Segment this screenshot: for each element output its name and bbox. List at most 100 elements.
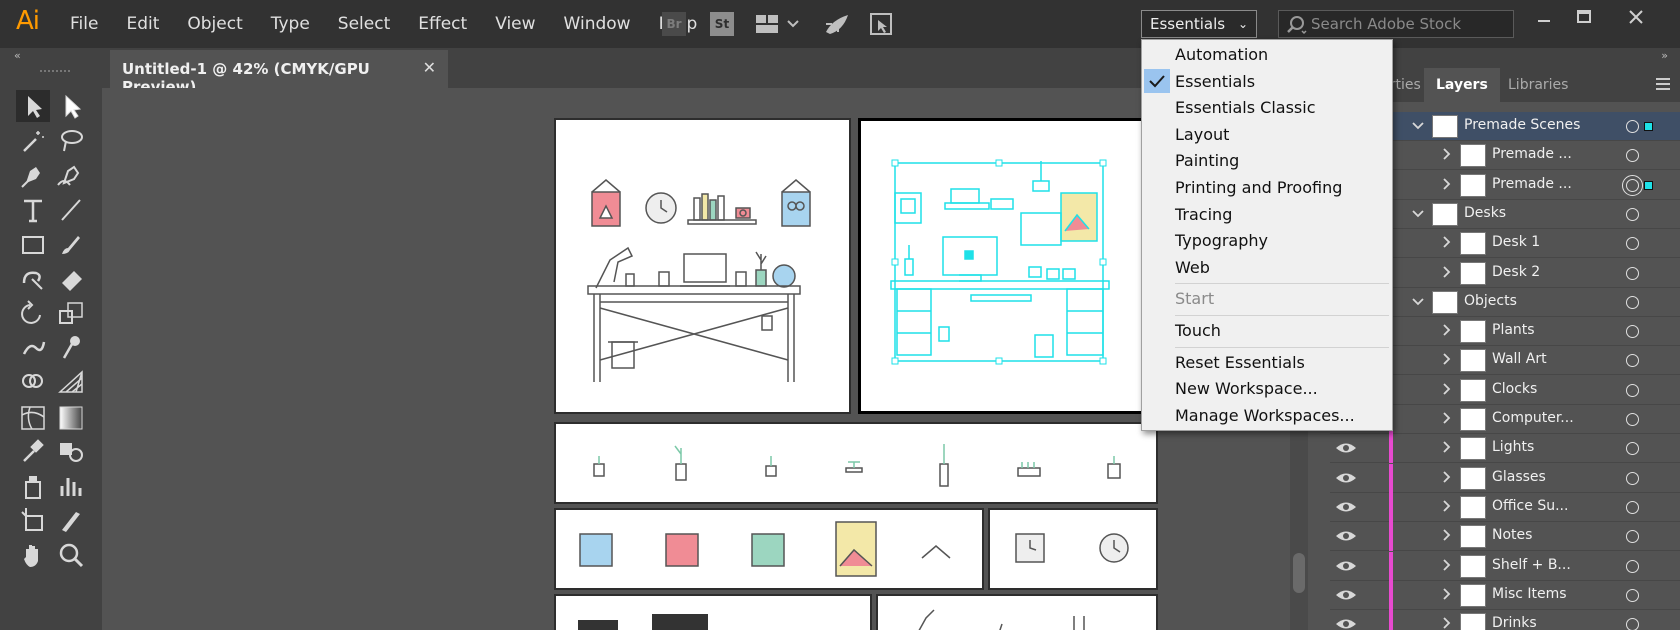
stock-search-box[interactable] [1278,10,1514,38]
target-icon[interactable] [1626,295,1639,309]
chevron-right-icon[interactable] [1438,381,1454,397]
eraser-icon[interactable] [54,263,88,295]
eye-icon[interactable] [1334,469,1358,487]
workspace-item-typography[interactable]: Typography [1142,228,1392,254]
target-icon[interactable] [1626,618,1639,630]
eye-icon[interactable] [1334,615,1358,630]
lasso-icon[interactable] [54,125,88,157]
menu-type[interactable]: Type [257,0,324,48]
rotate-tool-icon[interactable] [16,297,50,329]
layer-row[interactable]: Office Su... [1330,492,1680,522]
chevron-right-icon[interactable] [1438,586,1454,602]
layer-row[interactable]: Misc Items [1330,580,1680,610]
minimize-window-icon[interactable] [1530,6,1558,28]
chevron-down-icon[interactable] [1410,293,1426,309]
line-tool-icon[interactable] [54,194,88,226]
collapse-panels-icon[interactable]: » [1661,49,1668,62]
puppet-warp-icon[interactable] [54,332,88,364]
publish-icon[interactable] [868,12,896,36]
target-icon[interactable] [1626,149,1639,163]
lock-toggle[interactable] [1364,614,1384,630]
menu-view[interactable]: View [481,0,549,48]
target-icon[interactable] [1626,354,1639,368]
layer-row[interactable]: Shelf + B... [1330,551,1680,581]
target-icon[interactable] [1626,500,1639,514]
target-icon[interactable] [1626,266,1639,280]
artboard-clocks[interactable] [988,508,1158,590]
eye-icon[interactable] [1334,586,1358,604]
gradient-tool-icon[interactable] [54,401,88,433]
menu-effect[interactable]: Effect [404,0,481,48]
lock-toggle[interactable] [1364,556,1384,576]
blend-tool-icon[interactable] [54,435,88,467]
chevron-right-icon[interactable] [1438,410,1454,426]
menu-window[interactable]: Window [550,0,645,48]
workspace-item-painting[interactable]: Painting [1142,148,1392,174]
layer-row[interactable]: Drinks [1330,610,1680,630]
workspace-item-essentials[interactable]: Essentials [1142,69,1392,95]
target-icon[interactable] [1626,383,1639,397]
rectangle-tool-icon[interactable] [16,228,50,260]
direct-selection-tool-icon[interactable] [54,90,88,122]
chevron-down-icon[interactable] [1410,117,1426,133]
target-icon[interactable] [1626,413,1639,426]
eye-icon[interactable] [1334,527,1358,545]
collapse-toolbar-icon[interactable]: « [14,49,21,62]
chevron-right-icon[interactable] [1438,498,1454,514]
selection-indicator[interactable] [1644,122,1653,131]
eye-icon[interactable] [1334,498,1358,516]
chevron-right-icon[interactable] [1438,234,1454,250]
workspace-item-web[interactable]: Web [1142,255,1392,281]
selection-tool-icon[interactable] [16,90,50,122]
type-tool-icon[interactable] [16,194,50,226]
chevron-right-icon[interactable] [1438,615,1454,630]
chevron-right-icon[interactable] [1438,469,1454,485]
workspace-item-reset-essentials[interactable]: Reset Essentials [1142,350,1392,376]
eyedropper-icon[interactable] [16,435,50,467]
gpu-performance-rocket-icon[interactable] [822,12,852,36]
tab-layers[interactable]: Layers [1424,68,1500,102]
chevron-right-icon[interactable] [1438,176,1454,192]
eye-icon[interactable] [1334,557,1358,575]
menu-select[interactable]: Select [324,0,404,48]
lock-toggle[interactable] [1364,585,1384,605]
artboard-tool-icon[interactable] [16,504,50,536]
canvas-area[interactable] [110,88,1290,630]
pen-tool-icon[interactable] [16,159,50,191]
target-icon[interactable] [1626,442,1639,456]
canvas-scroll-thumb[interactable] [1293,553,1305,593]
chevron-right-icon[interactable] [1438,322,1454,338]
scale-tool-icon[interactable] [54,297,88,329]
close-window-icon[interactable] [1622,6,1650,28]
menu-edit[interactable]: Edit [112,0,173,48]
workspace-item-layout[interactable]: Layout [1142,122,1392,148]
close-document-icon[interactable]: ✕ [423,58,436,77]
eye-icon[interactable] [1334,439,1358,457]
artboard-scene-2[interactable] [858,118,1158,414]
artboard-wall-art[interactable] [554,508,984,590]
warp-tool-icon[interactable] [16,332,50,364]
chevron-right-icon[interactable] [1438,439,1454,455]
symbol-sprayer-icon[interactable] [16,470,50,502]
chevron-right-icon[interactable] [1438,351,1454,367]
target-icon[interactable] [1626,207,1639,221]
workspace-item-new-workspace[interactable]: New Workspace... [1142,376,1392,402]
panel-menu-icon[interactable] [1654,76,1672,92]
target-icon[interactable] [1622,174,1643,196]
graph-tool-icon[interactable] [54,470,88,502]
paintbrush-icon[interactable] [54,228,88,260]
target-icon[interactable] [1626,530,1639,544]
bridge-icon[interactable]: Br [662,12,686,36]
arrange-documents-icon[interactable] [752,12,802,36]
stock-icon[interactable]: St [710,12,734,36]
target-icon[interactable] [1626,559,1639,573]
chevron-right-icon[interactable] [1438,557,1454,573]
shape-builder-icon[interactable] [16,366,50,398]
selection-indicator[interactable] [1644,180,1653,190]
target-icon[interactable] [1626,325,1639,339]
document-tab[interactable]: Untitled-1 @ 42% (CMYK/GPU Preview) ✕ [110,50,448,96]
artboard-lights[interactable] [876,594,1158,630]
target-icon[interactable] [1626,471,1639,485]
chevron-right-icon[interactable] [1438,264,1454,280]
maximize-window-icon[interactable] [1570,6,1598,28]
